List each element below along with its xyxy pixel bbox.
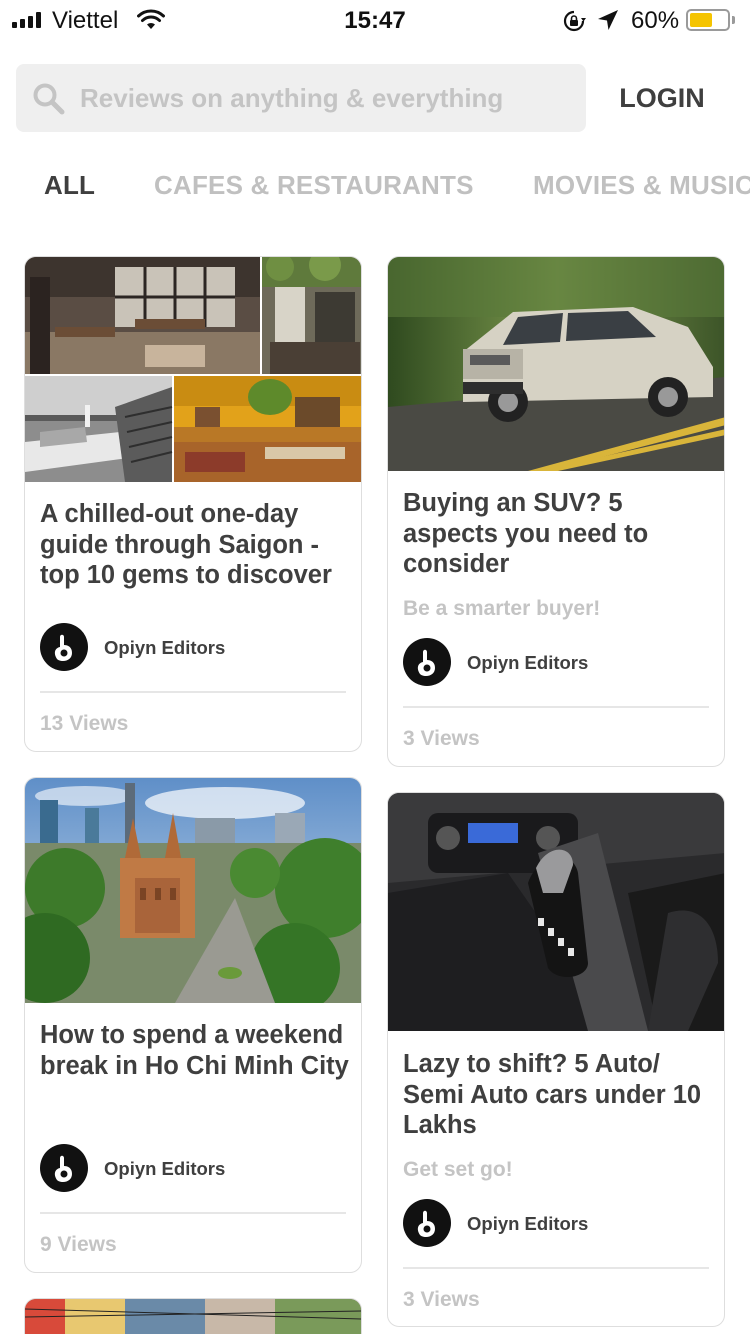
article-card[interactable]: A chilled-out one-day guide through Saig… xyxy=(24,256,362,752)
card-divider xyxy=(403,706,709,708)
author-name[interactable]: Opiyn Editors xyxy=(467,652,588,674)
battery-tip xyxy=(732,16,735,24)
card-subtitle: Be a smarter buyer! xyxy=(403,597,601,620)
status-bar: Viettel 15:47 60% xyxy=(0,0,750,40)
rotation-lock-icon xyxy=(562,9,586,38)
card-image-car-gear-shifter xyxy=(388,793,724,1031)
card-title[interactable]: Buying an SUV? 5 aspects you need to con… xyxy=(403,488,713,580)
view-count: 9 Views xyxy=(40,1233,117,1256)
search-bar[interactable] xyxy=(16,64,586,132)
login-button[interactable]: LOGIN xyxy=(604,64,720,132)
tab-all[interactable]: ALL xyxy=(44,170,95,201)
card-title[interactable]: How to spend a weekend break in Ho Chi M… xyxy=(40,1020,350,1081)
article-card[interactable]: Lazy to shift? 5 Auto/ Semi Auto cars un… xyxy=(387,792,725,1327)
card-image-suv-on-road xyxy=(388,257,724,471)
card-divider xyxy=(40,1212,346,1214)
author-name[interactable]: Opiyn Editors xyxy=(467,1213,588,1235)
card-divider xyxy=(40,691,346,693)
article-card[interactable]: How to spend a weekend break in Ho Chi M… xyxy=(24,777,362,1273)
view-count: 3 Views xyxy=(403,727,480,750)
author-avatar-icon xyxy=(403,638,451,686)
card-image-city-aerial-cathedral xyxy=(25,778,361,1003)
author-name[interactable]: Opiyn Editors xyxy=(104,637,225,659)
card-subtitle: Get set go! xyxy=(403,1158,513,1181)
author-avatar-icon xyxy=(403,1199,451,1247)
card-image-street-scene xyxy=(25,1299,361,1334)
view-count: 3 Views xyxy=(403,1288,480,1311)
category-tabs: ALL CAFES & RESTAURANTS MOVIES & MUSIC xyxy=(0,170,750,214)
tab-movies-music[interactable]: MOVIES & MUSIC xyxy=(533,170,750,201)
card-title[interactable]: Lazy to shift? 5 Auto/ Semi Auto cars un… xyxy=(403,1049,713,1141)
card-divider xyxy=(403,1267,709,1269)
battery-icon xyxy=(686,9,730,31)
battery-percent: 60% xyxy=(631,7,680,34)
search-icon xyxy=(32,82,66,121)
card-title[interactable]: A chilled-out one-day guide through Saig… xyxy=(40,499,350,591)
location-arrow-icon xyxy=(597,9,619,36)
article-card[interactable] xyxy=(24,1298,362,1334)
tab-cafes-restaurants[interactable]: CAFES & RESTAURANTS xyxy=(154,170,474,201)
view-count: 13 Views xyxy=(40,712,129,735)
author-name[interactable]: Opiyn Editors xyxy=(104,1158,225,1180)
article-card[interactable]: Buying an SUV? 5 aspects you need to con… xyxy=(387,256,725,767)
search-input[interactable] xyxy=(80,64,570,132)
author-avatar-icon xyxy=(40,1144,88,1192)
card-image-cafe-collage xyxy=(25,257,361,482)
author-avatar-icon xyxy=(40,623,88,671)
